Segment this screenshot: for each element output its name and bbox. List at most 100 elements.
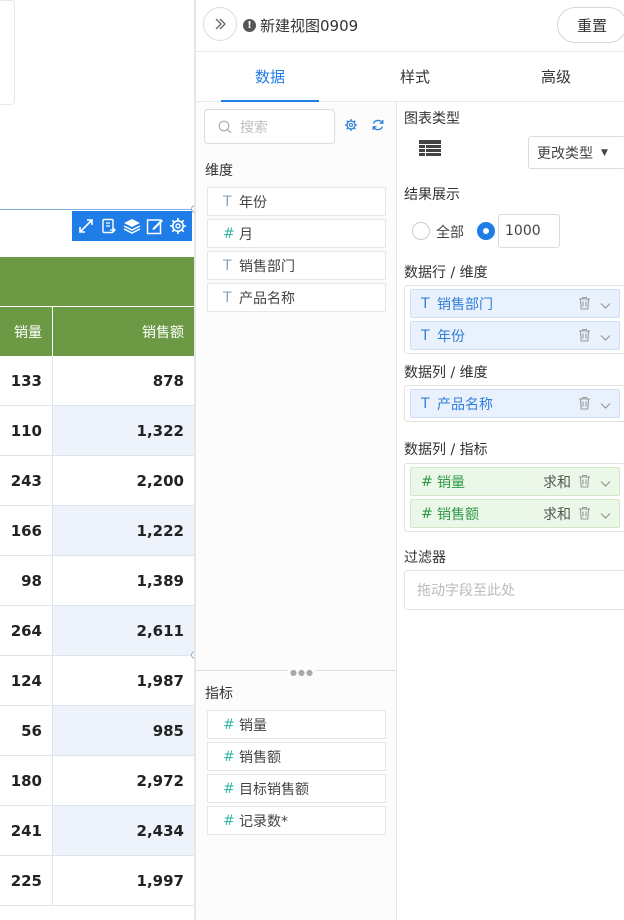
filter-label: 过滤器	[404, 550, 446, 566]
field-name: 年份	[239, 194, 267, 211]
field-search-input[interactable]: 搜索	[204, 109, 335, 144]
gear-icon[interactable]	[168, 216, 188, 236]
cell-sales-amount[interactable]: 1,322	[53, 406, 194, 455]
table-body: 133 878 110 1,322 243 2,200 166 1,222 98 1,389 264…	[0, 356, 194, 906]
table-row: 225 1,997	[0, 856, 194, 906]
field-item[interactable]: # 销售额	[207, 742, 386, 771]
layers-icon[interactable]	[122, 216, 142, 236]
cell-sales-amount[interactable]: 1,987	[53, 656, 194, 705]
chevron-down-icon[interactable]	[600, 330, 611, 346]
pill-name: 销售额	[437, 506, 479, 523]
rows-drop-zone[interactable]: T 销售部门 T 年份	[404, 285, 624, 354]
metrics-drop-zone[interactable]: # 销量 求和 # 销售额 求和	[404, 463, 624, 532]
chevron-down-icon[interactable]	[600, 476, 611, 492]
table-widget[interactable]: 销量 销售额 133 878 110 1,322 243 2,200 166 1,222 98 1…	[0, 205, 195, 920]
column-header-sales-qty[interactable]: 销量	[0, 307, 53, 356]
chevron-down-icon[interactable]	[600, 398, 611, 414]
cell-sales-amount[interactable]: 2,611	[53, 606, 194, 655]
cell-sales-qty[interactable]: 243	[0, 456, 53, 505]
field-item[interactable]: T 产品名称	[207, 283, 386, 312]
reset-button[interactable]: 重置	[557, 7, 624, 43]
table-row: 264 2,611	[0, 606, 194, 656]
tab-style[interactable]: 样式	[344, 52, 486, 101]
field-item[interactable]: # 销量	[207, 710, 386, 739]
filter-drop-zone[interactable]: 拖动字段至此处	[404, 570, 624, 610]
radio-show-all-label[interactable]: 全部	[436, 222, 464, 242]
cell-sales-qty[interactable]: 166	[0, 506, 53, 555]
number-type-icon: #	[223, 225, 235, 242]
cell-sales-qty[interactable]: 56	[0, 706, 53, 755]
refresh-icon[interactable]	[371, 118, 385, 136]
export-icon[interactable]	[99, 216, 119, 236]
trash-icon[interactable]	[578, 296, 591, 314]
metric-pill[interactable]: # 销量 求和	[410, 467, 620, 496]
field-settings-icon[interactable]	[344, 118, 358, 136]
dimension-pill[interactable]: T 产品名称	[410, 389, 620, 418]
cell-sales-qty[interactable]: 225	[0, 856, 53, 905]
panel-tabs: 数据 样式 高级	[196, 52, 624, 102]
cell-sales-amount[interactable]: 2,434	[53, 806, 194, 855]
cols-drop-zone[interactable]: T 产品名称	[404, 385, 624, 422]
table-row: 124 1,987	[0, 656, 194, 706]
tab-advanced[interactable]: 高级	[486, 52, 624, 101]
collapse-panel-button[interactable]	[203, 7, 237, 41]
aggregation-select[interactable]: 求和	[543, 472, 571, 492]
edit-icon[interactable]	[145, 216, 165, 236]
dimension-pill[interactable]: T 年份	[410, 321, 620, 350]
table-row: 98 1,389	[0, 556, 194, 606]
trash-icon[interactable]	[578, 328, 591, 346]
rows-dimension-label: 数据行 / 维度	[404, 265, 488, 281]
expand-icon[interactable]	[76, 216, 96, 236]
aggregation-select[interactable]: 求和	[543, 504, 571, 524]
field-item[interactable]: # 目标销售额	[207, 774, 386, 803]
radio-limit[interactable]	[477, 222, 495, 240]
chevron-down-icon[interactable]	[600, 508, 611, 524]
field-item[interactable]: T 年份	[207, 187, 386, 216]
cell-sales-amount[interactable]: 1,997	[53, 856, 194, 905]
dimension-pill[interactable]: T 销售部门	[410, 289, 620, 318]
trash-icon[interactable]	[578, 506, 591, 524]
caret-down-icon: ▼	[601, 147, 608, 158]
field-item[interactable]: # 记录数*	[207, 806, 386, 835]
field-name: 月	[239, 226, 253, 243]
field-item[interactable]: # 月	[207, 219, 386, 248]
text-type-icon: T	[223, 289, 232, 306]
limit-input[interactable]: 1000	[498, 214, 560, 248]
cell-sales-qty[interactable]: 98	[0, 556, 53, 605]
cell-sales-qty[interactable]: 241	[0, 806, 53, 855]
tab-data[interactable]: 数据	[196, 52, 344, 102]
measure-field-list: # 销量 # 销售额 # 目标销售额 # 记录数*	[207, 710, 386, 838]
fields-column: 搜索 维度 T 年份 # 月 T 销售部门 T 产品名称 ●●● 指标 # 销量 # 销售额 # 目标销…	[196, 102, 397, 920]
metric-pill[interactable]: # 销售额 求和	[410, 499, 620, 528]
table-row: 133 878	[0, 356, 194, 406]
info-icon[interactable]: !	[243, 19, 256, 32]
cell-sales-amount[interactable]: 1,389	[53, 556, 194, 605]
chart-type-label: 图表类型	[404, 111, 460, 127]
drag-handle-icon[interactable]: ●●●	[288, 668, 316, 677]
pill-name: 产品名称	[437, 396, 493, 413]
cell-sales-amount[interactable]: 878	[53, 356, 194, 405]
column-header-sales-amount[interactable]: 销售额	[53, 307, 194, 356]
radio-show-all[interactable]	[412, 222, 430, 240]
table-chart-icon[interactable]	[419, 140, 441, 162]
cell-sales-qty[interactable]: 124	[0, 656, 53, 705]
field-name: 产品名称	[239, 290, 295, 307]
cell-sales-amount[interactable]: 2,200	[53, 456, 194, 505]
trash-icon[interactable]	[578, 474, 591, 492]
cell-sales-qty[interactable]: 264	[0, 606, 53, 655]
previous-widget-card[interactable]	[0, 0, 15, 105]
cell-sales-amount[interactable]: 985	[53, 706, 194, 755]
cell-sales-qty[interactable]: 110	[0, 406, 53, 455]
chevron-down-icon[interactable]	[600, 298, 611, 314]
text-type-icon: T	[223, 257, 232, 274]
cell-sales-amount[interactable]: 1,222	[53, 506, 194, 555]
panel-header: ! 新建视图0909 重置	[196, 0, 624, 52]
pill-name: 销量	[437, 474, 465, 491]
change-type-select[interactable]: 更改类型 ▼	[528, 136, 624, 169]
field-item[interactable]: T 销售部门	[207, 251, 386, 280]
cell-sales-qty[interactable]: 133	[0, 356, 53, 405]
cell-sales-qty[interactable]: 180	[0, 756, 53, 805]
view-title[interactable]: 新建视图0909	[260, 15, 358, 36]
cell-sales-amount[interactable]: 2,972	[53, 756, 194, 805]
trash-icon[interactable]	[578, 396, 591, 414]
